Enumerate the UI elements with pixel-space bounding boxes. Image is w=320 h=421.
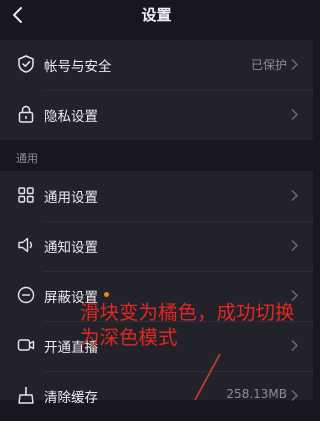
- settings-item-privacy[interactable]: 隐私设置: [0, 90, 313, 140]
- annotation-arrow-icon: [194, 353, 221, 400]
- annotation-text: 滑块变为橘色，成功切换为深色模式: [80, 301, 295, 349]
- lock-icon: [18, 105, 34, 123]
- chevron-right-icon: [291, 390, 298, 401]
- account-settings-group: 帐号与安全 已保护 隐私设置: [0, 40, 313, 140]
- settings-item-label: 帐号与安全: [44, 59, 112, 75]
- settings-item-clear-cache[interactable]: 清除缓存 258.13MB: [0, 371, 313, 421]
- settings-item-notifications[interactable]: 通知设置: [0, 221, 313, 271]
- chevron-right-icon: [291, 240, 298, 251]
- block-icon: [17, 286, 35, 304]
- chevron-right-icon: [291, 59, 298, 70]
- settings-item-value: 已保护: [250, 58, 287, 72]
- chevron-right-icon: [291, 190, 298, 201]
- settings-item-general[interactable]: 通用设置: [0, 171, 313, 221]
- page-title: 设置: [141, 6, 172, 24]
- top-bar: 设置: [0, 0, 313, 32]
- settings-item-label: 通用设置: [44, 190, 98, 206]
- chevron-right-icon: [291, 109, 298, 120]
- video-camera-icon: [17, 339, 35, 351]
- section-title-general: 通用: [16, 152, 38, 165]
- settings-item-label: 清除缓存: [44, 390, 98, 406]
- grid-icon: [18, 187, 34, 203]
- shield-check-icon: [18, 55, 34, 73]
- broom-icon: [18, 387, 34, 404]
- general-settings-group: 通用设置 通知设置 屏蔽设置 开通直播 清除缓存 258.13MB: [0, 171, 313, 406]
- orange-dot-marker: [104, 292, 109, 297]
- speaker-icon: [18, 237, 32, 253]
- settings-item-label: 通知设置: [44, 240, 98, 256]
- settings-item-label: 隐私设置: [44, 109, 98, 125]
- settings-item-account-security[interactable]: 帐号与安全 已保护: [0, 40, 313, 90]
